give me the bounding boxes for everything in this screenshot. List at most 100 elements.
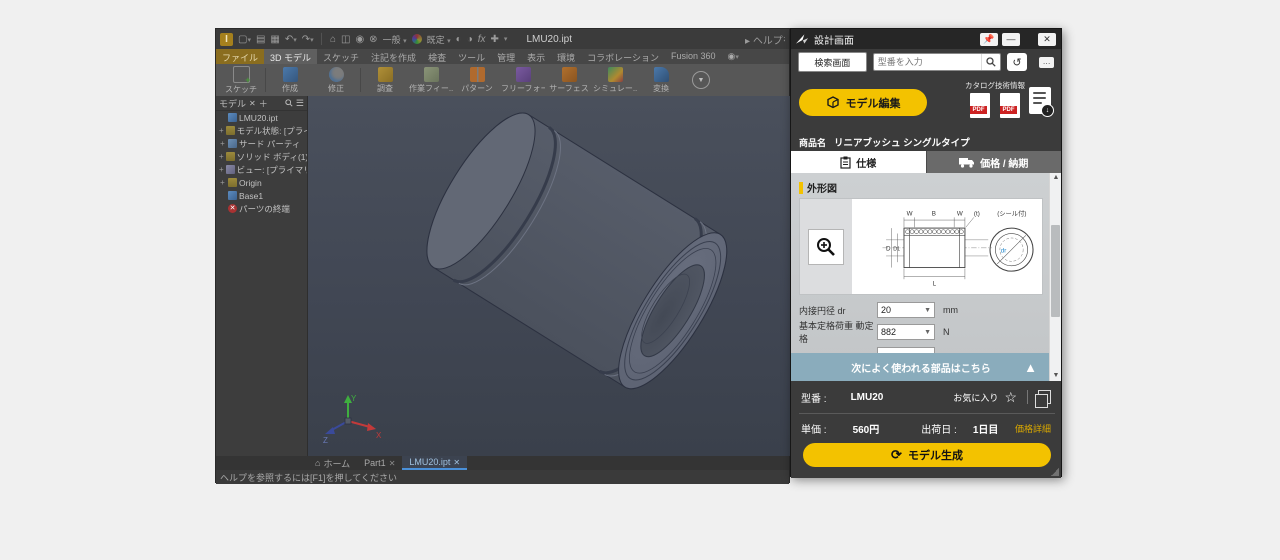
add-icon[interactable]: ✚ <box>491 34 499 45</box>
open-icon[interactable]: ▤ <box>256 34 265 45</box>
tab-manage[interactable]: 管理 <box>491 49 521 64</box>
browser-menu-icon[interactable]: ☰ <box>296 98 304 109</box>
redo-icon[interactable]: ↷▾ <box>302 34 314 45</box>
tab-sketch[interactable]: スケッチ <box>317 49 365 64</box>
close-icon[interactable]: ✕ <box>389 459 396 468</box>
tab-part1[interactable]: Part1✕ <box>357 456 402 470</box>
resize-grip[interactable] <box>1051 468 1059 476</box>
search-icon[interactable] <box>981 54 1000 70</box>
tree-item-root[interactable]: LMU20.ipt <box>216 111 307 124</box>
material-icon[interactable]: ⊗ <box>369 34 377 45</box>
tab-environments[interactable]: 環境 <box>551 49 581 64</box>
expand-icon[interactable]: + <box>219 152 224 161</box>
appearance-wheel-icon[interactable] <box>412 34 422 44</box>
clear-icon[interactable]: ◑ <box>467 34 473 45</box>
tab-collaborate[interactable]: コラボレーション <box>581 49 665 64</box>
ribbon-button-surface[interactable]: サーフェス <box>546 65 592 95</box>
tree-item-model-states[interactable]: + モデル状態: [プライマリ] <box>216 124 307 137</box>
scrollbar-thumb[interactable] <box>1051 225 1060 317</box>
part-number-input[interactable] <box>874 57 981 67</box>
tab-price-delivery[interactable]: 価格 / 納期 <box>926 151 1062 173</box>
scroll-up-icon[interactable]: ▲ <box>1050 173 1061 183</box>
help-menu[interactable]: ▸ ヘルプを <box>745 32 785 47</box>
sketch-plane-icon[interactable]: ◉ <box>355 34 364 45</box>
ribbon-separator <box>265 68 266 92</box>
expand-icon[interactable]: + <box>219 178 226 187</box>
parameters-fx-icon[interactable]: fx <box>478 34 486 45</box>
expand-up-icon[interactable]: ▲ <box>1024 360 1037 375</box>
new-file-icon[interactable]: ▢▾ <box>238 34 251 45</box>
ribbon-options-icon[interactable]: ◉▾ <box>722 49 745 64</box>
edit-cube-icon <box>826 96 840 110</box>
ribbon-button-freeform[interactable]: フリーフォー... <box>500 65 546 95</box>
tab-inspect[interactable]: 検査 <box>422 49 452 64</box>
expand-icon[interactable]: + <box>219 126 224 135</box>
close-icon[interactable]: ✕ <box>453 458 460 467</box>
history-icon[interactable]: ↺ <box>1007 53 1027 71</box>
tech-info-pdf[interactable]: 技術情報 PDF <box>995 80 1025 118</box>
inner-diameter-select[interactable]: 20▼ <box>877 302 935 318</box>
save-icon[interactable]: ▦ <box>270 34 279 45</box>
browser-add-icon[interactable]: ＋ <box>259 97 268 110</box>
browser-search-icon[interactable] <box>285 99 293 107</box>
ribbon-button-sketch[interactable]: + スケッチ <box>218 65 264 95</box>
ribbon-collapse-icon[interactable]: ▼ <box>692 71 710 89</box>
tab-home[interactable]: ⌂ホーム <box>308 456 357 470</box>
inventor-logo[interactable]: I <box>220 33 233 46</box>
surface-icon <box>562 67 577 82</box>
view-face-icon[interactable]: ◫ <box>341 34 350 45</box>
spec-sheet-icon[interactable]: ↓ <box>1029 87 1051 114</box>
generate-model-button[interactable]: ⟳ モデル生成 <box>803 443 1051 467</box>
price-detail-link[interactable]: 価格詳細 <box>1015 422 1051 435</box>
favorite-star-icon[interactable]: ☆ <box>1004 389 1017 406</box>
appearance-dropdown[interactable]: 既定 ▾ <box>427 33 451 46</box>
model-edit-button[interactable]: モデル編集 <box>799 89 927 116</box>
minimize-icon[interactable]: — <box>1002 33 1020 46</box>
tree-item-origin[interactable]: + Origin <box>216 176 307 189</box>
material-dropdown[interactable]: 一般 ▾ <box>383 33 407 46</box>
ribbon-button-create[interactable]: 作成 <box>267 65 313 95</box>
ribbon-button-simulation[interactable]: シミュレー... <box>592 65 638 95</box>
suggest-parts-bar[interactable]: 次によく使われる部品はこちら ▲ <box>791 353 1051 381</box>
adjust-icon[interactable]: ◐ <box>456 34 462 45</box>
tab-lmu20[interactable]: LMU20.ipt✕ <box>402 456 467 470</box>
expand-icon[interactable]: + <box>219 165 224 174</box>
load-rating-select[interactable]: 882▼ <box>877 324 935 340</box>
drawing-zoom-strip <box>800 199 852 294</box>
inventor-window: I ▢▾ ▤ ▦ ↶▾ ↷▾ │ ⌂ ◫ ◉ ⊗ 一般 ▾ 既定 ▾ ◐ ◑ f… <box>215 28 790 483</box>
scroll-down-icon[interactable]: ▼ <box>1050 371 1061 381</box>
tree-item-end-of-part[interactable]: ✕ パーツの終端 <box>216 202 307 215</box>
browser-header: モデル ✕ ＋ ☰ <box>216 96 307 111</box>
undo-icon[interactable]: ↶▾ <box>285 34 297 45</box>
tab-3d-model[interactable]: 3D モデル <box>264 49 317 64</box>
ribbon-button-convert[interactable]: 変換 <box>638 65 684 95</box>
feedback-chat-icon[interactable]: … <box>1039 57 1054 68</box>
tree-item-view[interactable]: + ビュー: [プライマリ] <box>216 163 307 176</box>
tab-view[interactable]: 表示 <box>521 49 551 64</box>
search-screen-button[interactable]: 検索画面 <box>798 52 867 72</box>
zoom-in-button[interactable] <box>808 229 844 265</box>
tab-tools[interactable]: ツール <box>452 49 491 64</box>
content-scrollbar[interactable]: ▲ ▼ <box>1049 173 1061 381</box>
ribbon-button-inspect[interactable]: 調査 <box>362 65 408 95</box>
tab-annotate[interactable]: 注記を作成 <box>365 49 422 64</box>
ribbon-button-modify[interactable]: 修正 <box>313 65 359 95</box>
tree-item-third-party[interactable]: + サード パーティ <box>216 137 307 150</box>
tab-file[interactable]: ファイル <box>216 49 264 64</box>
tree-item-solid-bodies[interactable]: + ソリッド ボディ(1) <box>216 150 307 163</box>
pin-icon[interactable]: 📌 <box>980 33 998 46</box>
panel-title: 設計画面 <box>814 32 854 47</box>
copy-icon[interactable] <box>1038 390 1051 404</box>
tab-fusion360[interactable]: Fusion 360 <box>665 49 722 64</box>
tab-spec[interactable]: 仕様 <box>791 151 926 173</box>
expand-icon[interactable]: + <box>219 139 226 148</box>
ribbon-button-work-features[interactable]: 作業フィー... <box>408 65 454 95</box>
browser-close-icon[interactable]: ✕ <box>249 99 256 108</box>
tree-item-base1[interactable]: Base1 <box>216 189 307 202</box>
close-icon[interactable]: ✕ <box>1038 33 1056 46</box>
home-icon[interactable]: ⌂ <box>330 34 336 45</box>
catalog-pdf[interactable]: カタログ PDF <box>965 80 995 118</box>
qat-more-icon[interactable]: ▾ <box>504 35 508 43</box>
viewport-3d[interactable]: Y X Z <box>308 96 791 456</box>
ribbon-button-pattern[interactable]: パターン <box>454 65 500 95</box>
